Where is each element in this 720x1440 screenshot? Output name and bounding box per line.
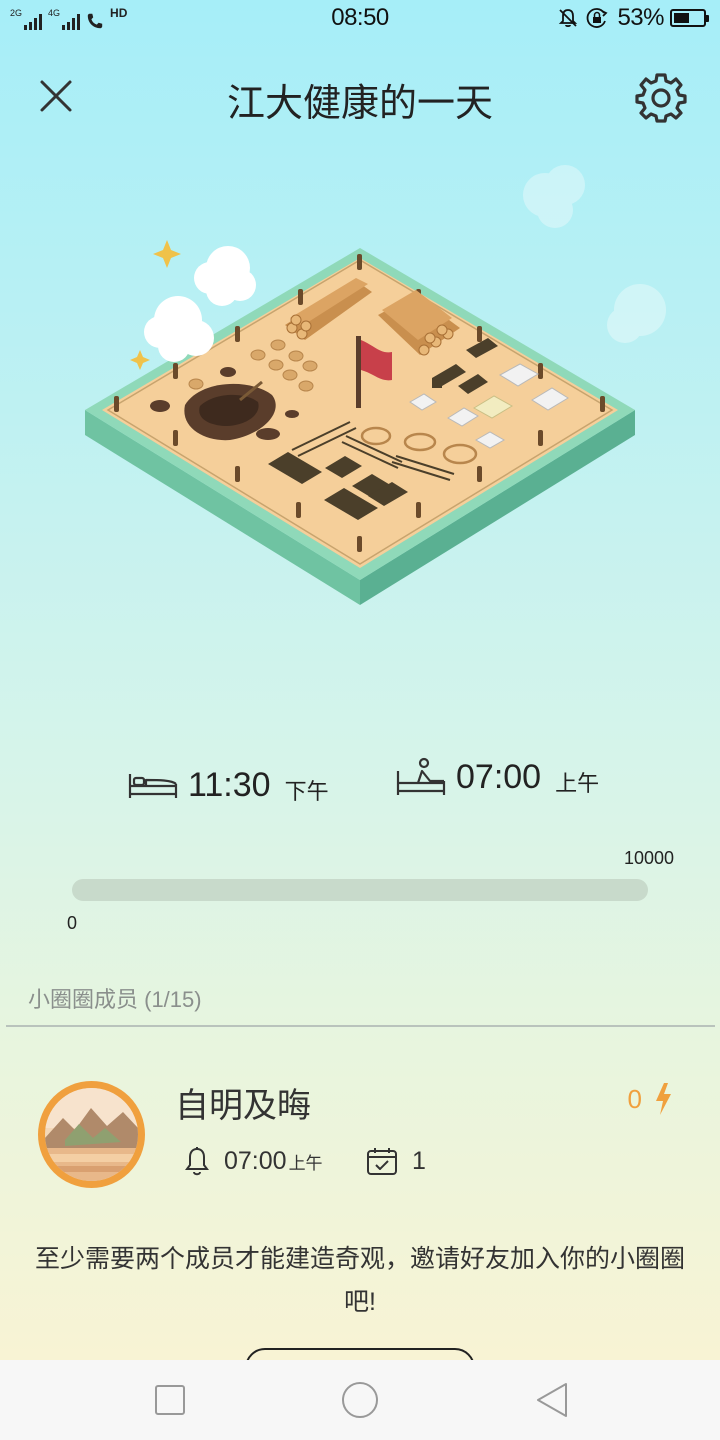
battery-icon bbox=[670, 9, 709, 27]
avatar-landscape-image bbox=[45, 1088, 138, 1181]
bed-time-period: 下午 bbox=[284, 779, 329, 804]
avatar-image bbox=[45, 1088, 138, 1181]
battery-percent: 53% bbox=[617, 4, 664, 31]
construction-site-illustration bbox=[85, 165, 666, 605]
bell-muted-icon bbox=[559, 9, 578, 28]
member-energy: 0 bbox=[628, 1082, 672, 1116]
bed-icon bbox=[128, 774, 178, 798]
lightning-icon bbox=[656, 1083, 671, 1115]
progress-max-label: 10000 bbox=[623, 848, 674, 868]
home-icon[interactable] bbox=[340, 1380, 380, 1420]
member-days: 1 bbox=[366, 1146, 426, 1176]
faint-cloud bbox=[523, 165, 666, 343]
back-icon[interactable] bbox=[532, 1380, 572, 1420]
divider bbox=[6, 1025, 715, 1027]
page-title: 江大健康的一天 bbox=[226, 83, 493, 125]
wake-time-value: 07:00 bbox=[456, 757, 542, 796]
status-bar: 2G 4G HD 08:50 53% bbox=[0, 0, 720, 36]
bed-time: 11:30 下午 bbox=[128, 764, 329, 806]
wake-time-period: 上午 bbox=[555, 771, 600, 796]
invite-message: 至少需要两个成员才能建造奇观，邀请好友加入你的小圈圈吧! bbox=[34, 1245, 685, 1316]
member-alarm: 07:00 上午 bbox=[184, 1146, 323, 1176]
member-alarm-period: 上午 bbox=[288, 1153, 323, 1173]
navigation-bar bbox=[0, 1360, 720, 1440]
gear-icon[interactable] bbox=[634, 70, 688, 124]
members-section-label: 小圈圈成员 (1/15) bbox=[28, 987, 202, 1012]
rotation-lock-icon bbox=[587, 8, 608, 28]
member-alarm-time: 07:00 bbox=[224, 1146, 287, 1175]
wake-bed-icon bbox=[396, 757, 446, 795]
progress-bar bbox=[72, 879, 648, 901]
bed-time-value: 11:30 bbox=[188, 765, 271, 804]
bell-icon bbox=[185, 1147, 209, 1176]
wake-time: 07:00 上午 bbox=[396, 756, 599, 798]
member-days-value: 1 bbox=[412, 1146, 426, 1175]
battery-fill bbox=[674, 13, 689, 23]
calendar-check-icon bbox=[367, 1148, 397, 1175]
recent-apps-icon[interactable] bbox=[150, 1380, 190, 1420]
flag-pole bbox=[356, 336, 361, 408]
energy-count: 0 bbox=[627, 1083, 642, 1114]
status-right: 53% bbox=[557, 4, 709, 32]
member-name: 自明及晦 bbox=[175, 1087, 311, 1125]
avatar[interactable] bbox=[38, 1081, 145, 1188]
progress-min-label: 0 bbox=[67, 913, 78, 933]
sleep-times: 11:30 下午 07:00 上午 bbox=[0, 752, 720, 812]
